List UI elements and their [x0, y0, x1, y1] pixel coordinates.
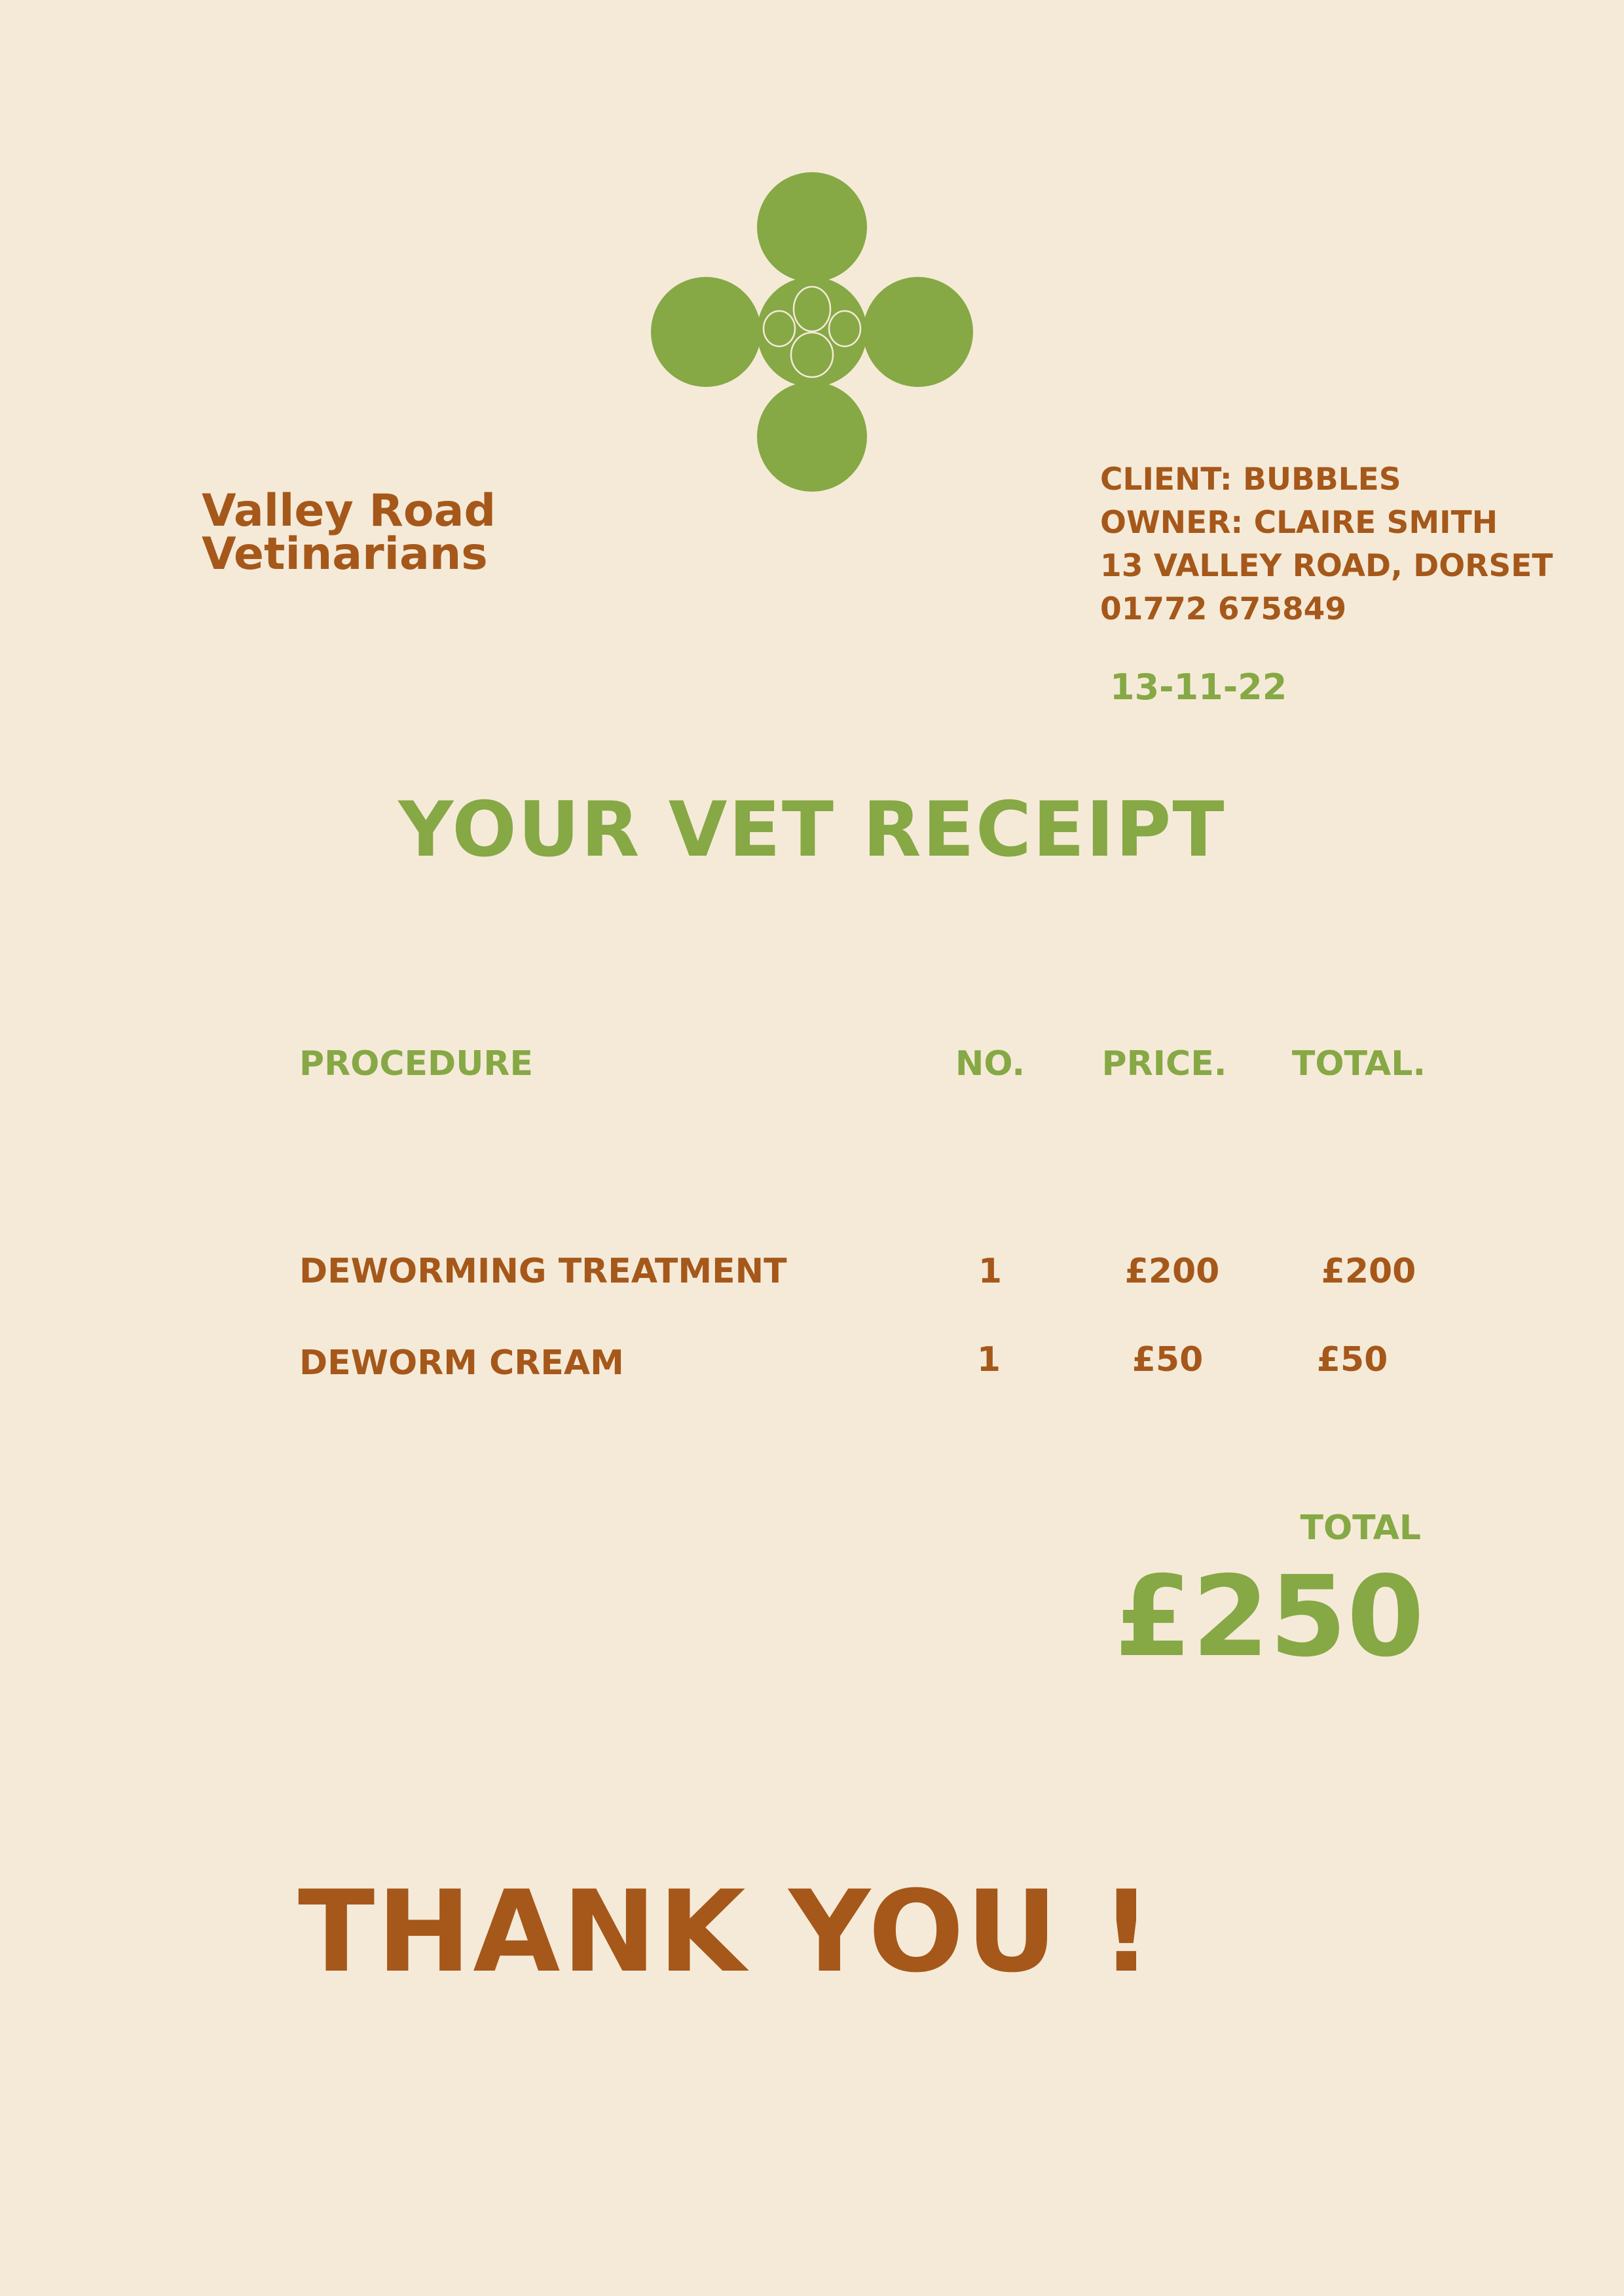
paw-clover-logo-icon	[651, 172, 973, 492]
owner-name: OWNER: CLAIRE SMITH	[1100, 505, 1498, 541]
row1-procedure: DEWORMING TREATMENT	[299, 1252, 787, 1291]
row1-price: £200	[1124, 1252, 1220, 1291]
row1-total: £200	[1321, 1252, 1416, 1291]
row2-price: £50	[1132, 1340, 1204, 1379]
client-details: CLIENT: BUBBLES OWNER: CLAIRE SMITH 13 V…	[1100, 458, 1553, 631]
thank-you-text: THANK YOU !	[298, 1866, 1154, 1997]
client-address: 13 VALLEY ROAD, DORSET	[1100, 548, 1553, 584]
receipt-title: YOUR VET RECEIPT	[398, 786, 1226, 874]
client-phone: 01772 675849	[1100, 591, 1347, 627]
client-name: CLIENT: BUBBLES	[1100, 462, 1401, 498]
row2-total: £50	[1316, 1340, 1388, 1379]
total-value: £250	[1114, 1552, 1424, 1682]
receipt-date: 13-11-22	[1110, 666, 1287, 708]
total-label: TOTAL	[1300, 1508, 1422, 1548]
header-price: PRICE.	[1101, 1044, 1227, 1084]
row2-no: 1	[976, 1340, 1001, 1379]
header-no: NO.	[955, 1044, 1025, 1084]
header-procedure: PROCEDURE	[299, 1044, 533, 1084]
row2-procedure: DEWORM CREAM	[299, 1343, 624, 1383]
brand-name-line1: Valley Road	[202, 485, 496, 537]
brand-name: Valley Road Vetinarians	[202, 485, 496, 580]
header-total: TOTAL.	[1291, 1044, 1426, 1084]
row1-no: 1	[978, 1252, 1003, 1291]
brand-name-line2: Vetinarians	[202, 528, 488, 580]
